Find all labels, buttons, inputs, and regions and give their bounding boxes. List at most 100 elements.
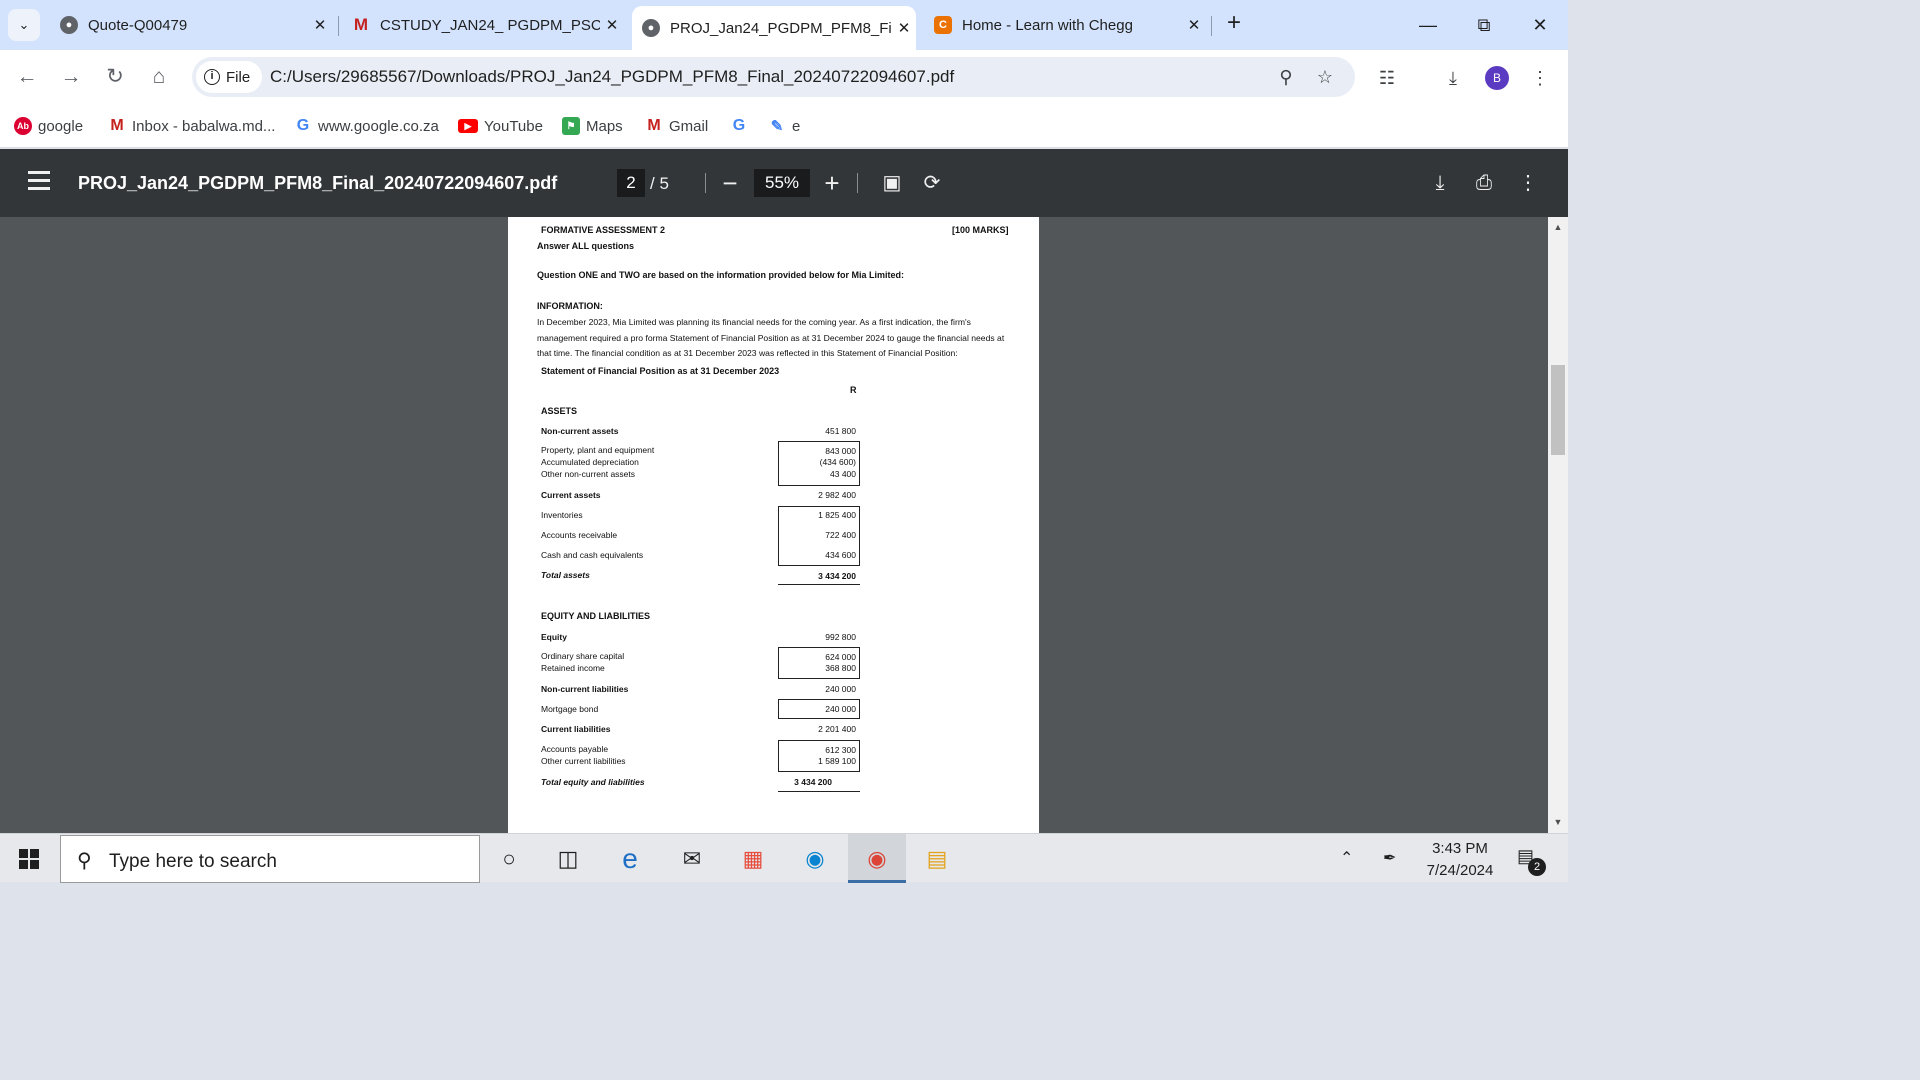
assets-heading: ASSETS	[541, 406, 578, 416]
bookmark-e[interactable]: ✎ e	[768, 114, 801, 138]
download-icon[interactable]: ⤓	[1439, 64, 1467, 92]
pdf-viewport[interactable]: FORMATIVE ASSESSMENT 2 [100 MARKS] Answe…	[0, 217, 1548, 833]
file-explorer-icon[interactable]: ▤	[920, 842, 954, 876]
clock-date: 7/24/2024	[1426, 862, 1494, 879]
gmail-icon: M	[647, 117, 661, 134]
zoom-icon[interactable]: ⚲	[1274, 65, 1298, 89]
page-number-input[interactable]: 2	[617, 169, 645, 197]
cl-item: Other current liabilities	[541, 756, 626, 766]
close-icon[interactable]: ✕	[892, 19, 916, 37]
minimize-icon: —	[1419, 15, 1437, 35]
new-tab-button[interactable]: +	[1220, 10, 1248, 38]
scroll-up-icon[interactable]: ▲	[1552, 222, 1564, 232]
toolbar-separator	[857, 173, 858, 193]
reload-button[interactable]: ↻	[100, 62, 130, 92]
bookmark-google-2[interactable]: G	[730, 114, 754, 138]
nca-label: Non-current assets	[541, 426, 619, 436]
nca-value: (434 600)	[819, 457, 856, 467]
google-icon: G	[296, 117, 310, 134]
tab-quote[interactable]: ● Quote-Q00479 ✕	[50, 8, 332, 42]
pencil-icon: ✎	[770, 118, 784, 135]
close-icon[interactable]: ✕	[600, 16, 624, 34]
tab-cstudy[interactable]: M CSTUDY_JAN24_ PGDPM_PSCC ✕	[342, 8, 624, 42]
avatar[interactable]: B	[1485, 66, 1509, 90]
chevron-up-icon[interactable]: ⌃	[1340, 848, 1353, 868]
extensions-icon[interactable]: ☷	[1373, 64, 1401, 92]
home-button[interactable]: ⌂	[144, 62, 174, 92]
pdf-page: FORMATIVE ASSESSMENT 2 [100 MARKS] Answe…	[508, 217, 1039, 833]
active-app-indicator	[848, 880, 906, 883]
equity-value: 624 000	[825, 652, 856, 662]
ca-value: 722 400	[825, 530, 856, 540]
chevron-down-icon: ⌄	[18, 17, 30, 32]
vertical-scrollbar[interactable]: ▲ ▼	[1548, 217, 1568, 833]
search-icon: ⚲	[77, 850, 92, 872]
internet-explorer-icon[interactable]: e	[613, 842, 647, 876]
minimize-button[interactable]: —	[1408, 10, 1448, 40]
arrow-right-icon: →	[60, 65, 82, 88]
zoom-input[interactable]: 55%	[754, 169, 810, 197]
print-icon[interactable]: ⎙	[1470, 169, 1498, 197]
restore-button[interactable]: ⧉	[1464, 10, 1504, 40]
url-text[interactable]: C:/Users/29685567/Downloads/PROJ_Jan24_P…	[270, 67, 954, 87]
rotate-icon[interactable]: ⟳	[918, 169, 946, 197]
maps-icon: ⚑	[562, 117, 580, 135]
chrome-icon[interactable]: ◉	[860, 842, 894, 876]
forward-button[interactable]: →	[56, 62, 86, 92]
nca-item: Other non-current assets	[541, 469, 636, 479]
system-clock[interactable]: 3:43 PM 7/24/2024	[1418, 838, 1502, 882]
arrow-left-icon: ←	[16, 65, 38, 88]
store-icon[interactable]: ▦	[736, 842, 770, 876]
currency-label: R	[850, 385, 857, 395]
ncl-label: Non-current liabilities	[541, 684, 629, 694]
fit-page-icon[interactable]: ▣	[878, 169, 906, 197]
ca-item: Cash and cash equivalents	[541, 550, 644, 560]
tab-strip: ⌄ ● Quote-Q00479 ✕ M CSTUDY_JAN24_ PGDPM…	[0, 0, 1568, 50]
bookmark-youtube[interactable]: ▶ YouTube	[458, 114, 543, 138]
tab-proj-pdf[interactable]: ● PROJ_Jan24_PGDPM_PFM8_Fina ✕	[632, 6, 916, 50]
more-vert-icon[interactable]: ⋮	[1514, 169, 1542, 197]
ca-item: Inventories	[541, 510, 583, 520]
youtube-icon: ▶	[458, 119, 478, 133]
zoom-in-button[interactable]: +	[818, 169, 846, 197]
download-icon[interactable]: ⤓	[1426, 169, 1454, 197]
star-icon[interactable]: ☆	[1313, 65, 1337, 89]
tab-chegg[interactable]: C Home - Learn with Chegg ✕	[924, 8, 1206, 42]
ncl-item: Mortgage bond	[541, 704, 599, 714]
scroll-thumb[interactable]	[1551, 365, 1565, 455]
task-view-icon[interactable]: ◫	[551, 842, 585, 876]
windows-start-icon[interactable]	[19, 849, 39, 869]
address-bar[interactable]: i File C:/Users/29685567/Downloads/PROJ_…	[192, 57, 1355, 97]
absa-icon: Ab	[14, 117, 32, 135]
edge-icon[interactable]: ◉	[798, 842, 832, 876]
close-icon[interactable]: ✕	[1182, 16, 1206, 34]
clock-time: 3:43 PM	[1432, 840, 1488, 857]
cortana-icon[interactable]: ○	[492, 842, 526, 876]
reload-icon: ↻	[106, 65, 124, 88]
taskbar-search-input[interactable]: ⚲ Type here to search	[60, 835, 480, 883]
globe-icon: ●	[642, 19, 660, 37]
menu-icon[interactable]	[28, 171, 50, 193]
tab-search-button[interactable]: ⌄	[8, 9, 40, 41]
back-button[interactable]: ←	[12, 62, 42, 92]
mail-icon[interactable]: ✉	[675, 842, 709, 876]
bookmark-google[interactable]: Ab google	[14, 114, 83, 138]
pen-icon[interactable]: ✒	[1383, 848, 1396, 868]
page-count: / 5	[650, 174, 669, 193]
bookmark-gmail[interactable]: M Gmail	[645, 114, 708, 138]
minus-icon: −	[722, 168, 738, 198]
tab-title: Home - Learn with Chegg	[962, 16, 1133, 34]
more-vert-icon[interactable]: ⋮	[1526, 64, 1554, 92]
close-window-button[interactable]: ✕	[1520, 10, 1560, 40]
close-icon[interactable]: ✕	[308, 16, 332, 34]
tab-separator	[1211, 16, 1212, 36]
site-info-chip[interactable]: i File	[196, 61, 263, 93]
scroll-down-icon[interactable]: ▼	[1552, 817, 1564, 827]
equity-item: Retained income	[541, 663, 605, 673]
cl-value: 1 589 100	[818, 756, 856, 766]
zoom-out-button[interactable]: −	[716, 169, 744, 197]
ca-value: 434 600	[825, 550, 856, 560]
bookmark-google-co-za[interactable]: G www.google.co.za	[294, 114, 439, 138]
bookmark-inbox[interactable]: M Inbox - babalwa.md...	[108, 114, 275, 138]
bookmark-maps[interactable]: ⚑ Maps	[562, 114, 623, 138]
